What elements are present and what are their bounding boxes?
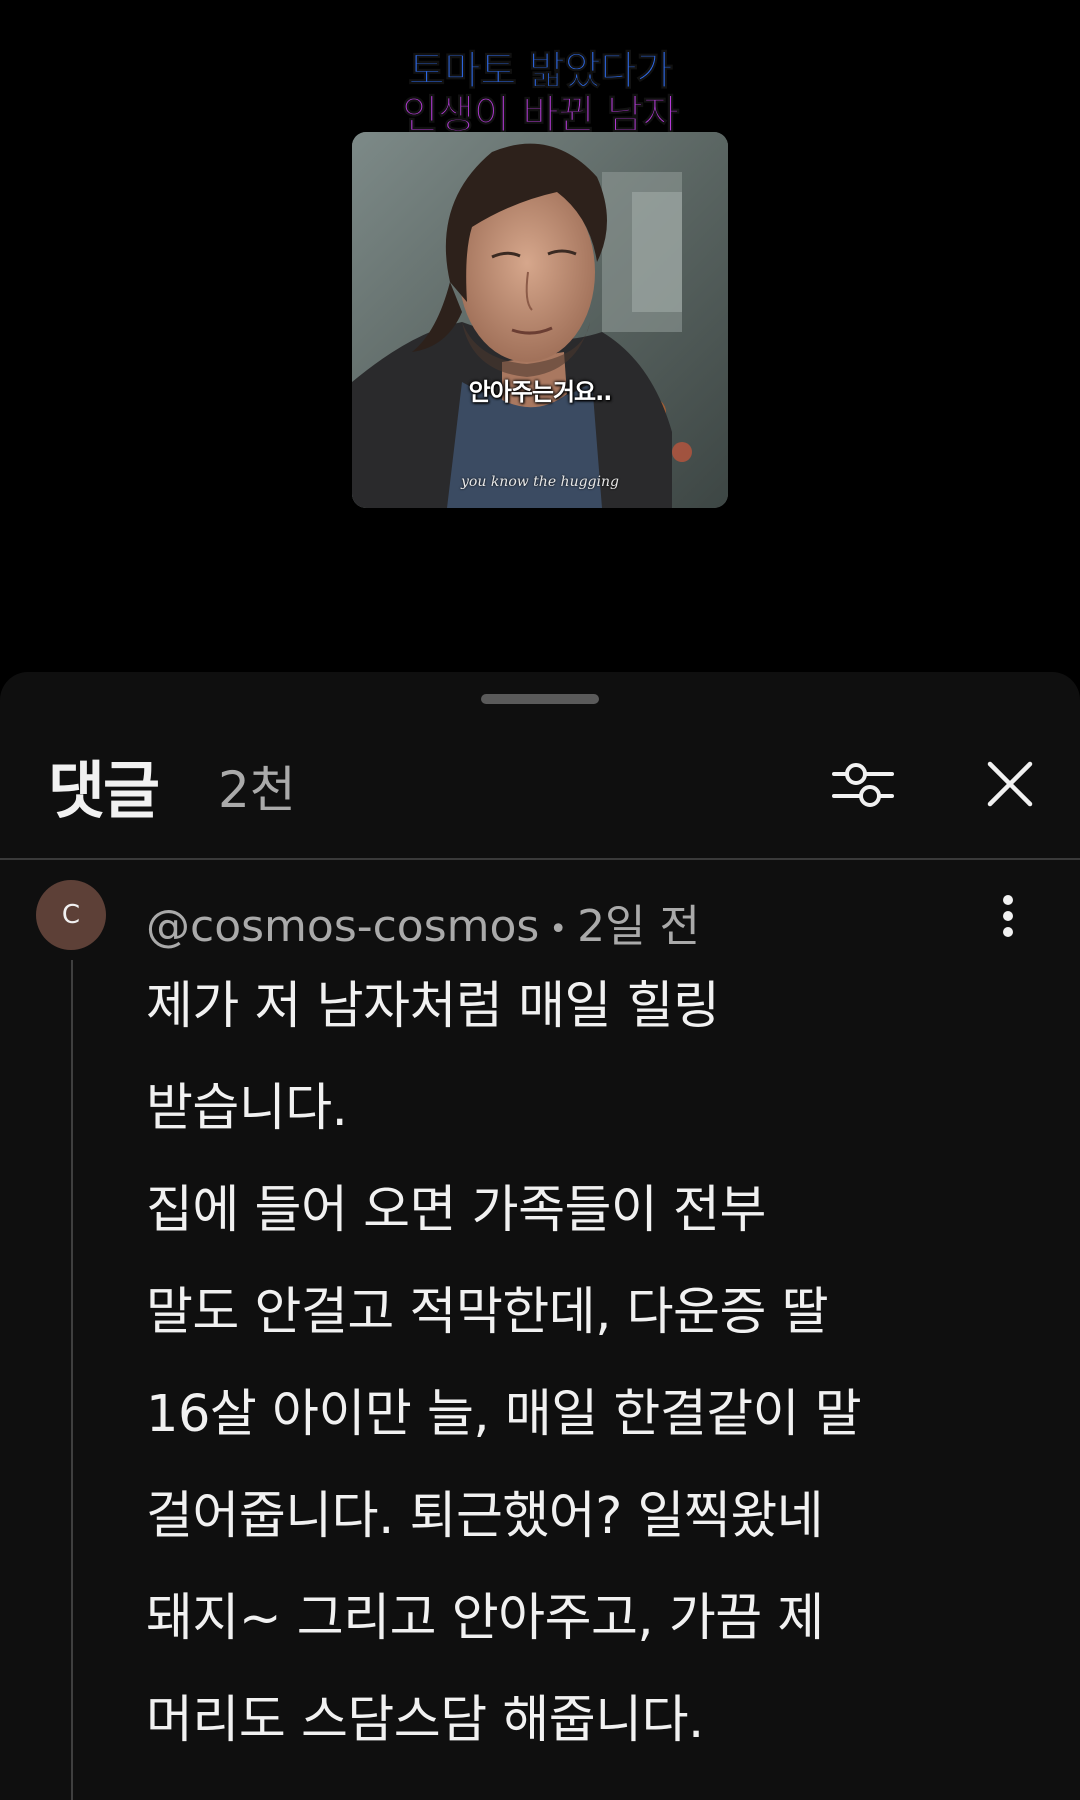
thread-line (71, 960, 73, 1800)
comment-text-line: 받습니다. (146, 1079, 348, 1138)
comment-text-line: 집에 들어 오면 가족들이 전부 (146, 1181, 766, 1240)
video-frame: 안아주는거요.. you know the hugging (352, 132, 728, 508)
comment-meta: @cosmos-cosmos • 2일 전 (146, 890, 700, 954)
comment-item: C @cosmos-cosmos • 2일 전 제가 저 남자처럼 매일 힐링 받습… (0, 860, 1080, 1800)
comment-text-line: 걸어줍니다. 퇴근했어? 일찍왔네 (146, 1487, 824, 1546)
comment-text-line: 16살 아이만 늘, 매일 한결같이 말 (146, 1385, 862, 1444)
avatar[interactable]: C (36, 880, 106, 950)
close-icon (987, 761, 1033, 807)
more-options-button[interactable] (988, 886, 1028, 946)
video-subtitle-korean: 안아주는거요.. (468, 378, 613, 406)
filter-button[interactable] (830, 752, 896, 818)
more-vert-icon (1003, 895, 1013, 937)
comment-text-line: 말도 안걸고 적막한데, 다운증 딸 (146, 1283, 829, 1342)
drag-handle[interactable] (481, 694, 599, 704)
video-subtitle-english: you know the hugging (461, 474, 619, 490)
comment-text: 제가 저 남자처럼 매일 힐링 받습니다. 집에 들어 오면 가족들이 전부 말… (146, 956, 1026, 1772)
video-frame-image (352, 132, 728, 508)
comments-sheet: 댓글 2천 C @cosmos-cosmos • 2일 전 제가 저 남자처럼 … (0, 672, 1080, 1800)
comments-count: 2천 (218, 761, 296, 819)
comments-header: 댓글 2천 (0, 712, 1080, 828)
meta-separator: • (549, 911, 568, 947)
video-player[interactable]: 토마토 밟았다가 인생이 바뀐 남자 안아주는거요.. you know the… (0, 0, 1080, 672)
comment-text-line: 머리도 스담스담 해줍니다. (146, 1691, 704, 1750)
comment-text-line: 제가 저 남자처럼 매일 힐링 (146, 977, 720, 1036)
comments-title: 댓글 (48, 754, 160, 827)
close-button[interactable] (982, 756, 1038, 812)
comment-author[interactable]: @cosmos-cosmos (146, 901, 539, 952)
sliders-icon (832, 763, 894, 807)
comment-time: 2일 전 (577, 901, 701, 952)
comment-text-line: 돼지~ 그리고 안아주고, 가끔 제 (146, 1589, 824, 1648)
